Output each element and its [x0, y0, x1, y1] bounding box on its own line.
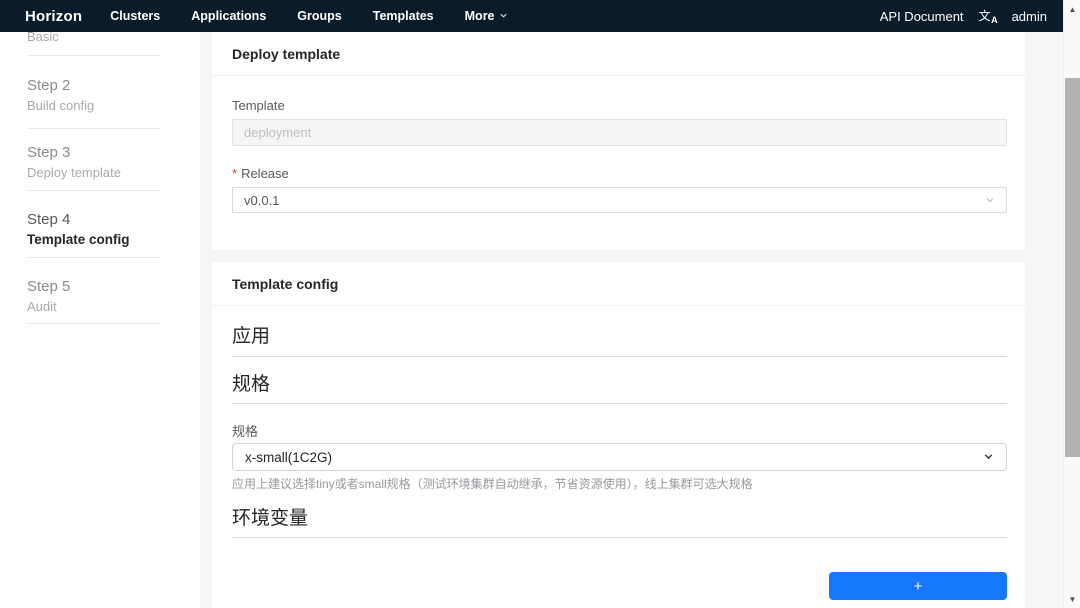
release-select[interactable]: v0.0.1 [232, 187, 1007, 213]
nav-more[interactable]: More [465, 9, 508, 23]
release-field-label: * Release [232, 166, 289, 181]
template-config-card: Template config 应用 规格 规格 x-small(1C2G) 应… [212, 262, 1025, 608]
top-navbar: Horizon Clusters Applications Groups Tem… [0, 0, 1063, 32]
template-field-label: Template [232, 98, 285, 113]
brand-logo[interactable]: Horizon [25, 8, 82, 25]
step-item-2-title[interactable]: Step 2 [27, 77, 70, 94]
step-item-2-label[interactable]: Build config [27, 98, 94, 113]
spec-select-value: x-small(1C2G) [245, 450, 332, 465]
template-input [232, 119, 1007, 146]
chevron-down-icon [985, 193, 995, 208]
release-label-text: Release [241, 166, 289, 181]
divider [27, 257, 160, 258]
step-item-3-label[interactable]: Deploy template [27, 165, 121, 180]
section-heading-env-vars: 环境变量 [232, 506, 1007, 538]
chevron-down-icon [983, 450, 994, 465]
nav-more-label: More [465, 9, 495, 23]
divider [27, 55, 160, 56]
divider [27, 323, 160, 324]
step-item-4-title[interactable]: Step 4 [27, 211, 70, 228]
scroll-down-icon[interactable]: ▼ [1064, 591, 1080, 607]
deploy-template-card-title: Deploy template [212, 32, 1025, 76]
release-select-value: v0.0.1 [244, 193, 279, 208]
scrollbar[interactable]: ▲ ▼ [1063, 0, 1080, 608]
nav-applications[interactable]: Applications [191, 9, 266, 23]
spec-field-label: 规格 [232, 421, 258, 440]
main-nav: Clusters Applications Groups Templates M… [110, 9, 507, 23]
user-menu[interactable]: admin [1012, 9, 1047, 24]
required-asterisk: * [232, 166, 237, 181]
spec-select[interactable]: x-small(1C2G) [232, 443, 1007, 471]
api-document-link[interactable]: API Document [880, 9, 964, 24]
add-env-var-button[interactable]: + [829, 572, 1007, 600]
step-item-3-title[interactable]: Step 3 [27, 144, 70, 161]
nav-groups[interactable]: Groups [297, 9, 341, 23]
step-item-4-label[interactable]: Template config [27, 232, 130, 247]
scroll-up-icon[interactable]: ▲ [1064, 1, 1080, 17]
section-heading-spec: 规格 [232, 372, 1007, 404]
navbar-right: API Document 文A admin [880, 9, 1047, 24]
scrollbar-thumb[interactable] [1065, 78, 1080, 457]
nav-templates[interactable]: Templates [373, 9, 434, 23]
translate-icon[interactable]: 文A [979, 10, 997, 22]
step-item-5-label[interactable]: Audit [27, 299, 57, 314]
step-item-5-title[interactable]: Step 5 [27, 278, 70, 295]
nav-clusters[interactable]: Clusters [110, 9, 160, 23]
deploy-template-card: Deploy template Template * Release v0.0.1 [212, 32, 1025, 250]
divider [27, 190, 160, 191]
template-config-card-title: Template config [212, 262, 1025, 306]
divider [27, 128, 160, 129]
steps-sidebar: Basic Step 2 Build config Step 3 Deploy … [0, 32, 200, 608]
chevron-down-icon [499, 9, 508, 23]
app-root: Basic Step 2 Build config Step 3 Deploy … [0, 0, 1080, 608]
spec-help-text: 应用上建议选择tiny或者small规格（测试环境集群自动继承，节省资源使用），… [232, 475, 1007, 492]
section-heading-application: 应用 [232, 324, 1007, 357]
